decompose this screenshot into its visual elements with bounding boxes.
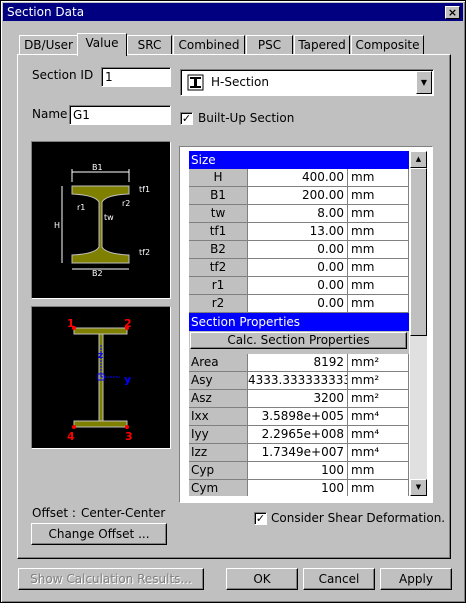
table-row: B1 200.00 mm (189, 187, 409, 205)
offset-label: Offset : (32, 506, 76, 520)
h-value-input[interactable]: 400.00 (248, 169, 348, 187)
table-row: r1 0.00 mm (189, 277, 409, 295)
tw-value-input[interactable]: 8.00 (248, 205, 348, 223)
tab-db-user[interactable]: DB/User (19, 35, 78, 55)
section-properties-header: Section Properties (189, 313, 409, 331)
name-input[interactable]: G1 (69, 105, 171, 125)
table-row: H 400.00 mm (189, 169, 409, 187)
title-bar: Section Data × (3, 3, 463, 21)
section-type-value: H-Section (211, 75, 269, 89)
section-data-dialog: Section Data × DB/User Value SRC Combine… (0, 0, 466, 603)
label-r1: r1 (77, 203, 85, 212)
apply-button[interactable]: Apply (380, 568, 452, 590)
table-row: tf1 13.00 mm (189, 223, 409, 241)
tab-src[interactable]: SRC (127, 35, 172, 55)
tab-value[interactable]: Value (77, 33, 127, 56)
label-tf1: tf1 (139, 185, 150, 194)
b2-value-input[interactable]: 0.00 (248, 241, 348, 259)
offset-value: Center-Center (81, 506, 166, 520)
built-up-label: Built-Up Section (198, 111, 295, 125)
tab-combined[interactable]: Combined (173, 35, 245, 55)
section-type-select[interactable]: H-Section ▼ (180, 69, 434, 96)
b1-value-input[interactable]: 200.00 (248, 187, 348, 205)
point-3: 3 (125, 430, 133, 443)
scroll-down-icon[interactable]: ▼ (410, 479, 427, 496)
section-dimension-diagram: B1 B2 H tf1 r1 r2 tw tf2 (31, 141, 171, 299)
label-tw: tw (104, 213, 114, 222)
change-offset-button[interactable]: Change Offset ... (31, 523, 167, 545)
point-2: 2 (124, 317, 132, 330)
point-4: 4 (67, 430, 75, 443)
chevron-down-icon[interactable]: ▼ (416, 71, 432, 94)
point-1: 1 (67, 317, 75, 330)
scroll-thumb[interactable] (410, 168, 427, 336)
label-h: H (54, 221, 60, 230)
scroll-up-icon[interactable]: ▲ (410, 151, 427, 168)
table-row: r2 0.00 mm (189, 295, 409, 313)
built-up-checkbox[interactable]: ✓ (180, 112, 193, 125)
table-row: tw 8.00 mm (189, 205, 409, 223)
table-row: Ixx 3.5898e+005 mm⁴ (189, 408, 409, 426)
property-grid: Size H 400.00 mm B1 200.00 mm tw 8.00 mm tf1 13… (189, 151, 409, 496)
table-row: Asy 4333.333333333 mm² (189, 372, 409, 390)
tab-psc[interactable]: PSC (246, 35, 293, 55)
table-row: tf2 0.00 mm (189, 259, 409, 277)
section-id-input[interactable]: 1 (101, 67, 171, 87)
window-title: Section Data (7, 5, 85, 19)
shear-deformation-checkbox[interactable]: ✓ (254, 512, 267, 525)
table-row: Asz 3200 mm² (189, 390, 409, 408)
table-row: Area 8192 mm² (189, 354, 409, 372)
r1-value-input[interactable]: 0.00 (248, 277, 348, 295)
label-r2: r2 (122, 199, 130, 208)
tab-composite[interactable]: Composite (351, 35, 424, 55)
table-row: Izz 1.7349e+007 mm⁴ (189, 444, 409, 462)
tf2-value-input[interactable]: 0.00 (248, 259, 348, 277)
h-section-icon (187, 74, 204, 94)
table-row: Calc. Section Properties (189, 331, 409, 353)
table-row: Cyp 100 mm (189, 462, 409, 480)
axis-z: z (98, 351, 103, 361)
label-b2: B2 (92, 269, 103, 278)
grid-scrollbar[interactable]: ▲ ▼ (410, 151, 427, 496)
table-row: Iyy 2.2965e+008 mm⁴ (189, 426, 409, 444)
tf1-value-input[interactable]: 13.00 (248, 223, 348, 241)
close-button[interactable]: × (445, 6, 460, 19)
ok-button[interactable]: OK (226, 568, 298, 590)
table-row: Cym 100 mm (189, 480, 409, 496)
r2-value-input[interactable]: 0.00 (248, 295, 348, 313)
name-label: Name (32, 107, 68, 121)
tab-tapered[interactable]: Tapered (294, 35, 350, 55)
label-b1: B1 (92, 163, 103, 172)
axis-y: y (124, 373, 131, 386)
size-header: Size (189, 151, 409, 169)
show-calculation-results-button[interactable]: Show Calculation Results... (18, 568, 204, 590)
section-id-label: Section ID (32, 68, 94, 82)
calc-section-properties-button[interactable]: Calc. Section Properties (190, 332, 407, 349)
label-tf2: tf2 (139, 248, 150, 257)
shear-deformation-label: Consider Shear Deformation. (271, 511, 446, 525)
cancel-button[interactable]: Cancel (303, 568, 375, 590)
table-row: B2 0.00 mm (189, 241, 409, 259)
section-points-diagram: 1 2 3 4 z y (31, 306, 171, 449)
